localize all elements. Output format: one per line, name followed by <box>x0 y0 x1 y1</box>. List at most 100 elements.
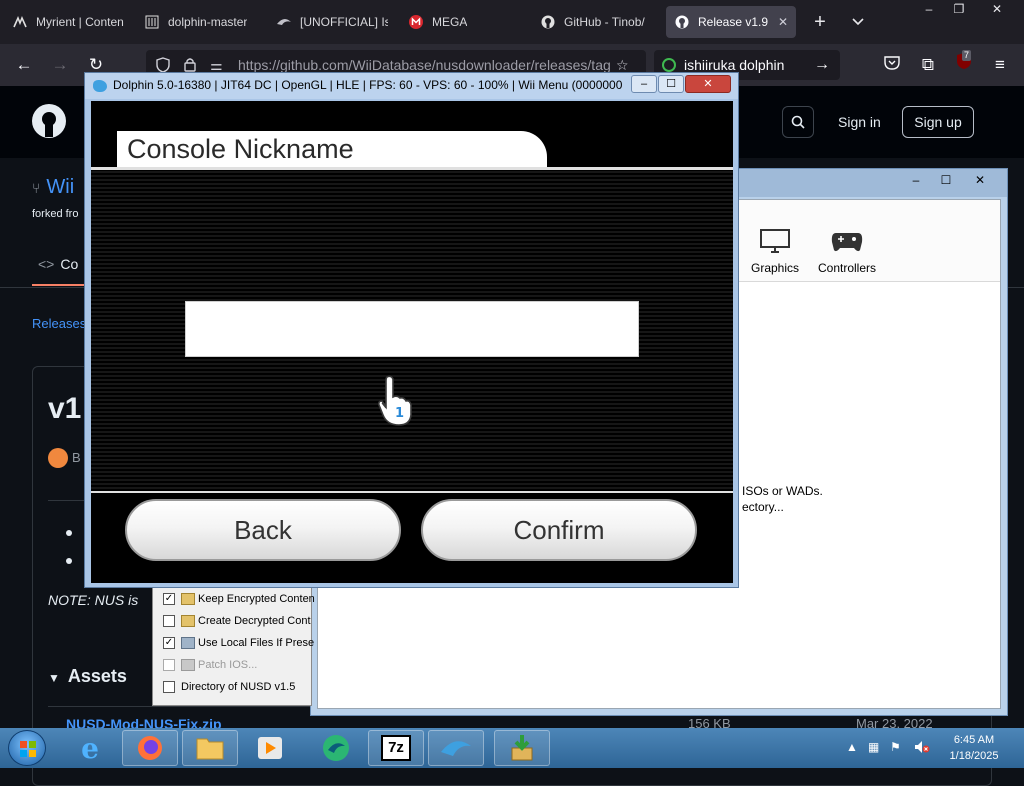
volume-muted-icon[interactable] <box>914 740 930 757</box>
wii-pointer-hand-icon: 1 <box>377 375 415 427</box>
tab-release[interactable]: Release v1.9 N ✕ <box>666 6 796 38</box>
tab-mega[interactable]: MEGA <box>400 6 528 38</box>
option-patch-ios[interactable]: Patch IOS... <box>163 659 258 672</box>
game-list-hint: ISOs or WADs. <box>742 484 823 498</box>
release-title[interactable]: v1 <box>48 392 81 426</box>
start-button[interactable] <box>8 730 46 766</box>
close-icon[interactable]: ✕ <box>965 171 995 189</box>
new-tab-button[interactable]: + <box>806 8 834 36</box>
repo-title[interactable]: ⑂ Wii <box>32 176 74 199</box>
firefox-icon[interactable] <box>122 730 178 766</box>
minimize-icon[interactable]: – <box>901 171 931 189</box>
restore-icon[interactable]: ❐ <box>944 0 974 18</box>
controllers-button[interactable]: Controllers <box>812 228 882 275</box>
action-center-flag-icon[interactable]: ⚑ <box>890 740 901 754</box>
dolphin-browser-icon[interactable] <box>308 730 364 766</box>
active-tab-underline <box>32 284 92 286</box>
bullet-dot <box>66 530 72 536</box>
show-hidden-icons-icon[interactable]: ▲ <box>846 740 858 754</box>
browser-tabstrip: Myrient | Conten dolphin-master [UNOFFIC… <box>0 0 1024 44</box>
github-search-icon[interactable] <box>782 106 814 138</box>
package-icon <box>181 615 195 628</box>
minimize-icon[interactable]: – <box>631 75 657 93</box>
divider <box>91 167 733 170</box>
checkbox[interactable] <box>163 659 175 672</box>
ublock-icon[interactable]: 7 <box>950 50 978 78</box>
maximize-icon[interactable]: ☐ <box>931 171 961 189</box>
wii-screen[interactable]: Console Nickname 1 Back Confirm <box>91 101 733 583</box>
dolphin-icon <box>276 14 292 30</box>
forward-arrow-icon[interactable]: → <box>46 52 74 78</box>
page-title: Console Nickname <box>117 131 547 167</box>
minimize-icon[interactable]: – <box>914 0 944 18</box>
releases-breadcrumb[interactable]: Releases <box>32 316 86 331</box>
author-name[interactable]: B <box>72 450 81 465</box>
option-create-decrypted[interactable]: Create Decrypted Cont <box>163 615 311 628</box>
github-logo-icon[interactable] <box>32 104 66 138</box>
github-icon <box>540 14 556 30</box>
notification-badge: 7 <box>962 50 972 61</box>
extensions-icon[interactable]: ⧉ <box>914 52 942 78</box>
code-icon: <> <box>38 256 55 272</box>
clock[interactable]: 6:45 AM 1/18/2025 <box>942 732 1006 764</box>
nusd-options-panel: ✓ Keep Encrypted Conten Create Decrypted … <box>152 580 315 706</box>
ie-icon[interactable]: e <box>62 730 118 766</box>
checkbox[interactable] <box>163 681 175 694</box>
clock-time: 6:45 AM <box>953 734 995 746</box>
nickname-input[interactable] <box>185 301 639 357</box>
google-icon <box>662 58 676 72</box>
tab-github-tinob[interactable]: GitHub - Tinob/ <box>532 6 660 38</box>
checkbox[interactable]: ✓ <box>163 637 175 650</box>
archive-icon <box>144 14 160 30</box>
close-window-icon[interactable]: ✕ <box>982 0 1012 18</box>
taskbar: e 7z ▲ ▦ ⚑ 6:45 AM 1/18/2025 <box>0 728 1024 768</box>
option-label: Patch IOS... <box>198 659 258 671</box>
window-titlebar[interactable]: Dolphin 5.0-16380 | JIT64 DC | OpenGL | … <box>85 73 738 99</box>
option-directory[interactable]: Directory of NUSD v1.5 <box>163 681 295 694</box>
game-list-hint-link[interactable]: ectory... <box>742 500 784 514</box>
back-arrow-icon[interactable]: ← <box>10 52 38 78</box>
checkbox[interactable]: ✓ <box>163 593 175 606</box>
checkbox[interactable] <box>163 615 175 628</box>
patch-icon <box>181 659 195 672</box>
tab-code[interactable]: <> Co <box>38 256 78 272</box>
close-icon[interactable]: ✕ <box>685 75 731 93</box>
tab-myrient[interactable]: Myrient | Conten <box>4 6 132 38</box>
local-files-icon <box>181 637 195 650</box>
tab-list-chevron-icon[interactable] <box>846 8 870 36</box>
clock-date: 1/18/2025 <box>949 750 999 762</box>
maximize-icon[interactable]: ☐ <box>658 75 684 93</box>
menu-icon[interactable]: ≡ <box>986 52 1014 78</box>
go-arrow-icon[interactable]: → <box>814 50 830 80</box>
option-keep-encrypted[interactable]: ✓ Keep Encrypted Conten <box>163 593 315 606</box>
graphics-label: Graphics <box>750 261 800 275</box>
release-note: NOTE: NUS is <box>48 592 139 608</box>
explorer-icon[interactable] <box>182 730 238 766</box>
back-button[interactable]: Back <box>125 499 401 561</box>
dolphin-emu-icon[interactable] <box>428 730 484 766</box>
avatar[interactable] <box>48 448 68 468</box>
close-tab-icon[interactable]: ✕ <box>778 15 788 29</box>
option-label: Create Decrypted Cont <box>198 615 311 627</box>
pocket-icon[interactable] <box>878 52 906 78</box>
tab-dolphin-master[interactable]: dolphin-master <box>136 6 264 38</box>
sign-up-button[interactable]: Sign up <box>902 106 974 138</box>
bullet-dot <box>66 558 72 564</box>
confirm-button[interactable]: Confirm <box>421 499 697 561</box>
repo-name[interactable]: Wii <box>46 176 74 198</box>
player-number: 1 <box>395 406 404 421</box>
triangle-down-icon: ▼ <box>48 671 60 685</box>
option-use-local-files[interactable]: ✓ Use Local Files If Prese <box>163 637 314 650</box>
nusd-icon[interactable] <box>494 730 550 766</box>
wii-header: Console Nickname <box>91 101 733 169</box>
media-player-icon[interactable] <box>242 730 298 766</box>
option-label: Keep Encrypted Conten <box>198 593 315 605</box>
sign-in-link[interactable]: Sign in <box>838 114 881 130</box>
window-title: Dolphin 5.0-16380 | JIT64 DC | OpenGL | … <box>113 78 623 92</box>
graphics-button[interactable]: Graphics <box>740 228 810 275</box>
7zip-icon[interactable]: 7z <box>368 730 424 766</box>
github-icon <box>674 14 690 30</box>
assets-heading[interactable]: ▼ Assets <box>48 666 127 687</box>
tab-unofficial[interactable]: [UNOFFICIAL] Is <box>268 6 396 38</box>
network-icon[interactable]: ▦ <box>868 740 879 754</box>
